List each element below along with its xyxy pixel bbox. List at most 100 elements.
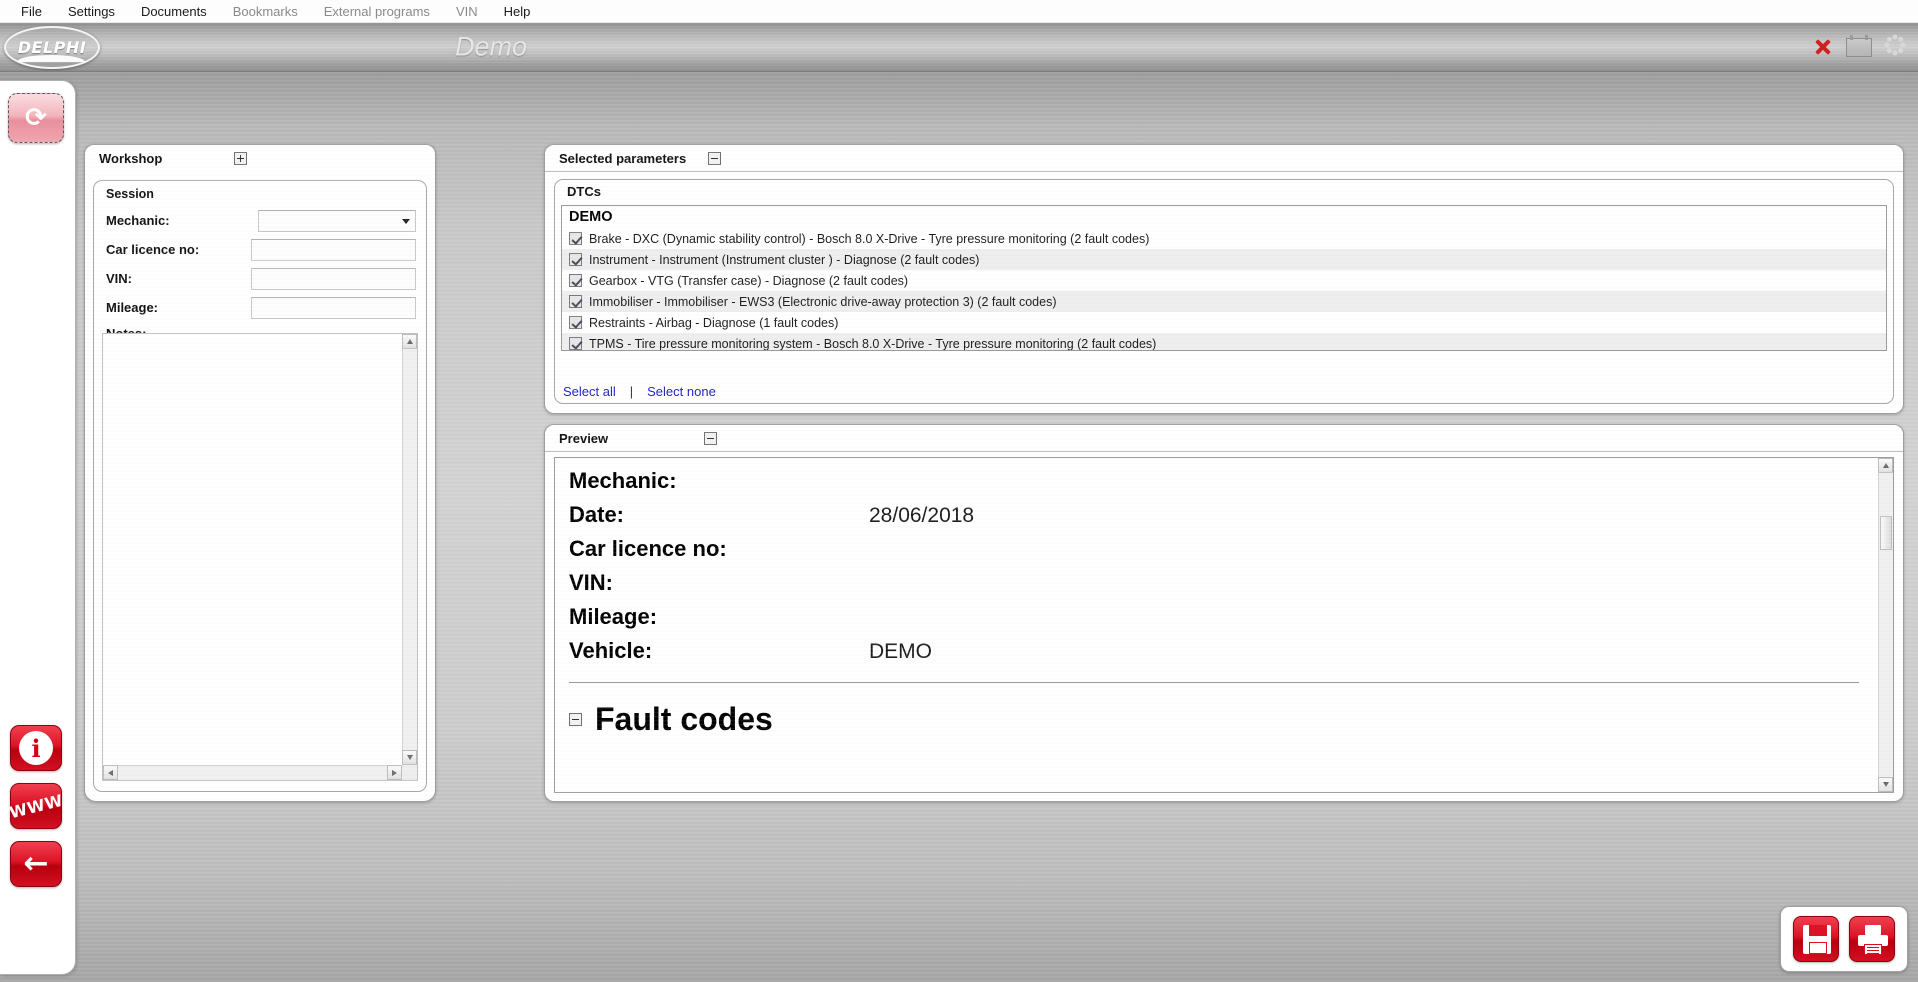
mechanic-input[interactable] [258,210,416,232]
car-licence-input[interactable] [251,239,416,261]
table-row[interactable]: TPMS - Tire pressure monitoring system -… [562,333,1886,351]
notes-scroll-up-button[interactable] [402,334,417,349]
dtc-row-label: Restraints - Airbag - Diagnose (1 fault … [589,316,838,330]
notes-input[interactable] [103,334,402,765]
dtc-group-title: DTCs [555,180,1893,203]
window-icon[interactable] [1846,38,1872,57]
mileage-label: Mileage: [106,300,251,315]
checkbox-icon[interactable] [569,295,582,308]
www-icon[interactable]: WWW [10,783,62,829]
checkbox-icon[interactable] [569,253,582,266]
loop-icon[interactable]: ⟳ [8,93,64,143]
selection-links: Select all | Select none [563,384,716,399]
mechanic-label: Mechanic: [106,213,258,228]
table-row[interactable]: Gearbox - VTG (Transfer case) - Diagnose… [562,270,1886,291]
table-row[interactable]: Instrument - Instrument (Instrument clus… [562,249,1886,270]
notes-vertical-scrollbar[interactable] [402,334,417,765]
preview-row-mechanic: Mechanic: [569,468,1877,502]
notes-scroll-down-button[interactable] [402,750,417,765]
preview-row-vin: VIN: [569,570,1877,604]
preview-divider [569,682,1859,683]
selected-parameters-tab-header[interactable]: Selected parameters [545,145,1903,172]
preview-collapse-toggle[interactable] [704,432,717,445]
preview-document: Mechanic: Date: 28/06/2018 Car licence n… [554,457,1894,793]
menu-item-settings[interactable]: Settings [55,2,128,21]
preview-tab-header[interactable]: Preview [545,425,1903,452]
select-all-link[interactable]: Select all [563,384,616,399]
fault-codes-title: Fault codes [595,701,773,738]
preview-key: Mechanic: [569,468,869,494]
link-separator: | [630,384,633,399]
notes-scroll-corner [402,765,417,780]
checkbox-icon[interactable] [569,274,582,287]
preview-scroll-down-button[interactable] [1878,777,1893,792]
select-none-link[interactable]: Select none [647,384,716,399]
www-glyph: WWW [7,790,64,822]
workshop-expand-toggle[interactable] [234,152,247,165]
back-glyph: ← [23,849,48,879]
session-card: Session Mechanic: Car licence no: VIN: [93,180,427,792]
table-row[interactable]: Brake - DXC (Dynamic stability control) … [562,228,1886,249]
delphi-logo: DELPHI [4,26,100,69]
close-icon[interactable] [1814,38,1832,56]
dtc-row-label: Instrument - Instrument (Instrument clus… [589,253,979,267]
preview-row-vehicle: Vehicle: DEMO [569,638,1877,672]
workshop-tab-header[interactable]: Workshop [85,145,435,172]
preview-tab-label: Preview [559,431,608,446]
selected-parameters-collapse-toggle[interactable] [708,152,721,165]
preview-scroll-thumb[interactable] [1880,516,1892,550]
back-icon[interactable]: ← [10,841,62,887]
dtc-card: DTCs DEMO Brake - DXC (Dynamic stability… [554,179,1894,404]
vin-input[interactable] [251,268,416,290]
workshop-body: Session Mechanic: Car licence no: VIN: [85,172,435,798]
preview-key: Date: [569,502,869,528]
dtc-list[interactable]: DEMO Brake - DXC (Dynamic stability cont… [561,205,1887,351]
save-icon [1803,925,1831,954]
print-button[interactable] [1849,916,1895,962]
spinner-icon[interactable] [1886,36,1908,58]
dtc-row-label: Gearbox - VTG (Transfer case) - Diagnose… [589,274,908,288]
notes-scroll-right-button[interactable] [387,765,402,780]
fault-codes-collapse-toggle[interactable] [569,713,582,726]
workshop-panel: Workshop Session Mechanic: Car licence n… [84,144,436,802]
notes-horizontal-scrollbar[interactable] [103,765,402,780]
menu-item-file[interactable]: File [8,2,55,21]
checkbox-icon[interactable] [569,337,582,350]
window-controls [1814,36,1908,58]
preview-value: 28/06/2018 [869,504,974,528]
mechanic-combo[interactable] [258,210,416,232]
preview-content: Mechanic: Date: 28/06/2018 Car licence n… [555,458,1877,792]
menu-item-documents[interactable]: Documents [128,2,220,21]
table-row[interactable]: Restraints - Airbag - Diagnose (1 fault … [562,312,1886,333]
preview-row-date: Date: 28/06/2018 [569,502,1877,536]
menu-item-bookmarks[interactable]: Bookmarks [220,2,311,21]
field-row-car-licence: Car licence no: [94,235,426,264]
menu-item-vin[interactable]: VIN [443,2,491,21]
menu-item-help[interactable]: Help [491,2,544,21]
main-stage: ⟳ i WWW ← Workshop Session Mechanic: [0,72,1918,982]
info-icon[interactable]: i [10,725,62,771]
car-licence-label: Car licence no: [106,242,251,257]
field-row-vin: VIN: [94,264,426,293]
menu-item-external-programs[interactable]: External programs [311,2,443,21]
menu-bar: File Settings Documents Bookmarks Extern… [0,0,1918,23]
table-row[interactable]: Immobiliser - Immobiliser - EWS3 (Electr… [562,291,1886,312]
checkbox-icon[interactable] [569,316,582,329]
preview-vertical-scrollbar[interactable] [1878,458,1893,792]
action-dock [1780,906,1908,972]
notes-scroll-left-button[interactable] [103,765,118,780]
loop-glyph: ⟳ [25,105,47,131]
mileage-input[interactable] [251,297,416,319]
vin-label: VIN: [106,271,251,286]
tool-rail: ⟳ i WWW ← [0,80,76,975]
app-title: Demo [455,32,527,63]
selected-parameters-panel: Selected parameters DTCs DEMO Brake - DX… [544,144,1904,414]
save-button[interactable] [1793,916,1839,962]
checkbox-icon[interactable] [569,232,582,245]
selected-parameters-tab-label: Selected parameters [559,151,686,166]
field-row-mechanic: Mechanic: [94,206,426,235]
logo-swoosh [17,55,85,62]
session-title: Session [94,181,426,206]
preview-scroll-up-button[interactable] [1878,458,1893,473]
preview-key: Vehicle: [569,638,869,664]
